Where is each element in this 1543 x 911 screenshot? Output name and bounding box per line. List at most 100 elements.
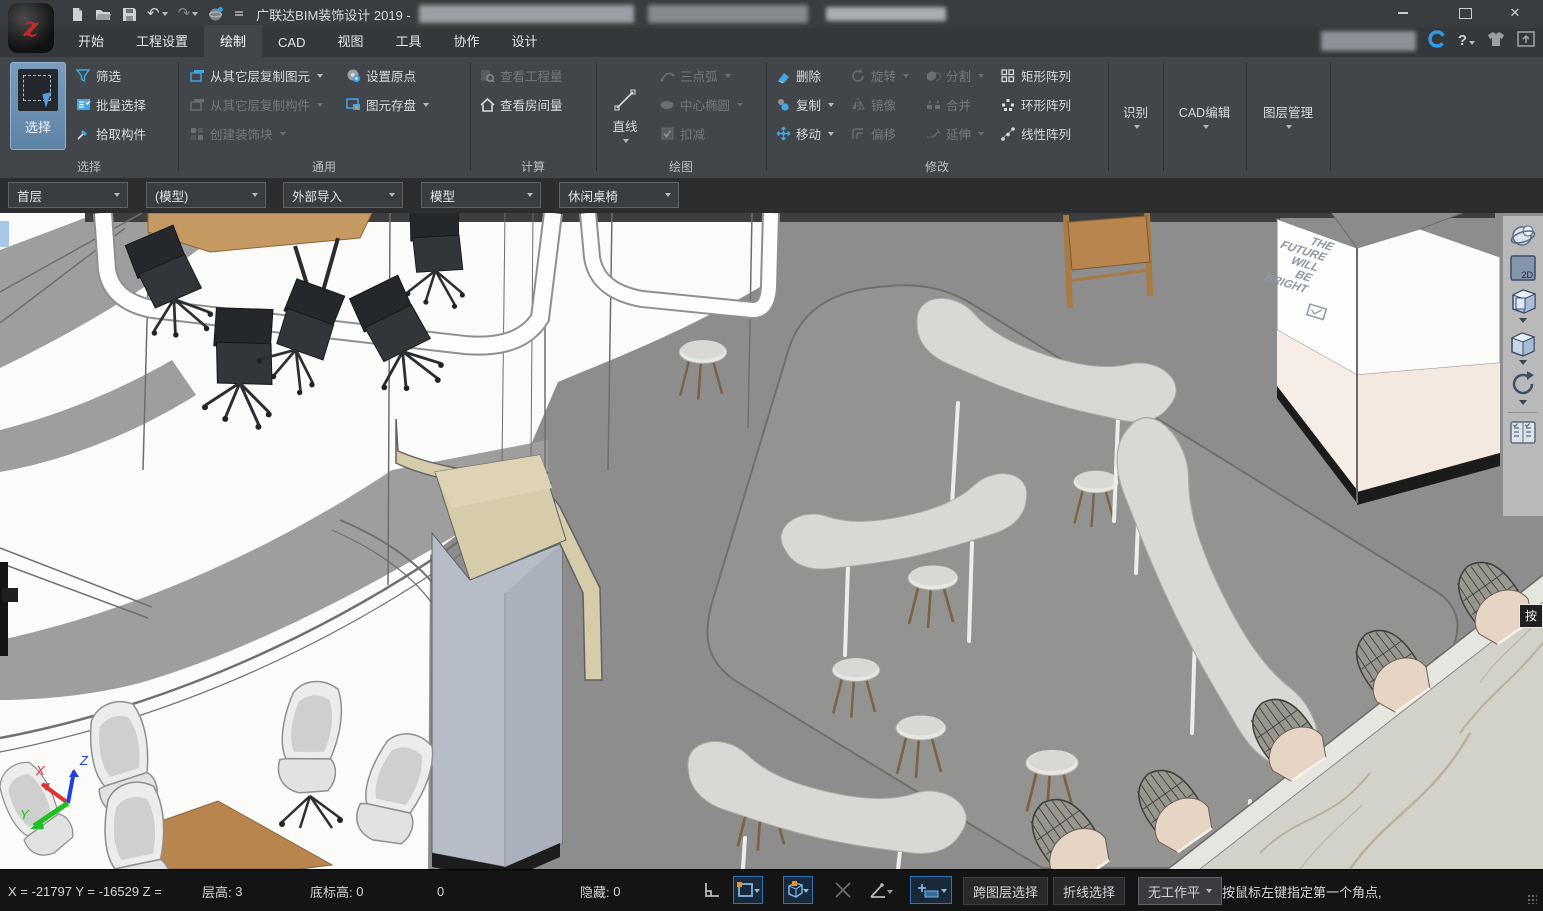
ribbon-group-calculate: 查看工程量 查看房间量 计算 <box>470 57 596 178</box>
linear-array-button[interactable]: 线性阵列 <box>993 119 1078 148</box>
mirror-button[interactable]: 镜像 <box>843 90 916 119</box>
ortho-toggle[interactable] <box>697 876 727 904</box>
tab-collaborate[interactable]: 协作 <box>438 25 496 57</box>
ribbon-group-modify: 删除 复制 移动 旋转 镜像 偏移 分割 合并 延伸 矩形阵列 环形阵列 <box>766 57 1108 178</box>
checkbox-icon <box>659 126 675 142</box>
rotate-view-tool[interactable] <box>1507 369 1539 407</box>
group-label-draw: 绘图 <box>596 158 766 175</box>
redacted-text <box>826 7 946 21</box>
extend-button[interactable]: 延伸 <box>918 119 991 148</box>
model-viewport[interactable]: THE FUTURE WILL BE BRIGHT <box>0 213 1543 869</box>
view-quantities-button[interactable]: 查看工程量 <box>472 61 570 90</box>
split-button[interactable]: 分割 <box>918 61 991 90</box>
assistant-icon <box>1428 30 1446 48</box>
titlebar-right-icons: ? <box>1321 30 1535 51</box>
rect-snap-toggle[interactable] <box>733 876 763 904</box>
merge-button[interactable]: 合并 <box>918 90 991 119</box>
display-settings-tool[interactable] <box>1507 418 1539 446</box>
move-button[interactable]: 移动 <box>768 119 841 148</box>
resize-grip[interactable] <box>1527 894 1537 904</box>
customize-icon <box>234 8 244 20</box>
tab-design[interactable]: 设计 <box>496 25 554 57</box>
copy-button[interactable]: 复制 <box>768 90 841 119</box>
close-icon: ✕ <box>1510 5 1521 21</box>
model-view-select[interactable]: (模型) <box>146 182 266 208</box>
recognize-button[interactable]: 识别 <box>1111 61 1160 169</box>
offset-button[interactable]: 偏移 <box>843 119 916 148</box>
tab-tools[interactable]: 工具 <box>380 25 438 57</box>
pick-component-button[interactable]: 拾取构件 <box>68 119 153 148</box>
new-file-icon <box>70 7 85 22</box>
view-2d-icon: 2D <box>1508 253 1538 283</box>
view-iso-tool[interactable] <box>1507 327 1539 367</box>
new-file-button[interactable] <box>68 5 87 24</box>
type-select[interactable]: 模型 <box>421 182 541 208</box>
angle-snap-toggle[interactable] <box>866 876 896 904</box>
minimize-button[interactable] <box>1383 0 1423 26</box>
cursor-tooltip: 按 <box>1519 604 1543 628</box>
layer-manage-button[interactable]: 图层管理 <box>1250 61 1326 169</box>
orbit-tool[interactable] <box>1507 221 1539 251</box>
snap-cross-toggle[interactable] <box>828 876 858 904</box>
context-selector-row: 首层 (模型) 外部导入 模型 休闲桌椅 <box>0 178 1543 213</box>
publish-button[interactable] <box>1517 31 1535 50</box>
line-button[interactable]: 直线 <box>602 61 648 169</box>
ring-array-button[interactable]: 环形阵列 <box>993 90 1078 119</box>
help-button[interactable]: ? <box>1458 32 1475 49</box>
select-button[interactable]: 选择 <box>10 62 66 150</box>
tab-cad[interactable]: CAD <box>262 29 321 57</box>
floor-select[interactable]: 首层 <box>8 182 128 208</box>
copy-elements-from-layer-button[interactable]: 从其它层复制图元 <box>182 61 330 90</box>
workplane-select[interactable]: 无工作平 <box>1138 877 1222 905</box>
set-origin-button[interactable]: 设置原点 <box>338 61 436 90</box>
cad-edit-button[interactable]: CAD编辑 <box>1167 61 1242 169</box>
three-point-arc-button[interactable]: 三点弧 <box>652 61 750 90</box>
sync-button[interactable] <box>206 4 226 24</box>
save-element-button[interactable]: 图元存盘 <box>338 90 436 119</box>
open-file-button[interactable] <box>93 5 114 24</box>
undo-button[interactable]: ↶ <box>145 5 170 23</box>
component-select[interactable]: 休闲桌椅 <box>559 182 679 208</box>
view-2d-tool[interactable]: 2D <box>1507 253 1539 283</box>
view-3d-tool[interactable] <box>1507 285 1539 325</box>
rect-array-button[interactable]: 矩形阵列 <box>993 61 1078 90</box>
select-icon <box>18 69 58 111</box>
category-select[interactable]: 外部导入 <box>283 182 403 208</box>
assistant-button[interactable] <box>1428 30 1446 51</box>
maximize-button[interactable] <box>1445 0 1485 26</box>
rotate-button[interactable]: 旋转 <box>843 61 916 90</box>
group-label-calculate: 计算 <box>470 158 596 175</box>
theme-button[interactable] <box>1487 31 1505 50</box>
tab-view[interactable]: 视图 <box>322 25 380 57</box>
copy-components-from-layer-button[interactable]: 从其它层复制构件 <box>182 90 330 119</box>
rotate-view-icon <box>1508 369 1538 399</box>
view-room-quantities-button[interactable]: 查看房间量 <box>472 90 570 119</box>
ribbon-group-recognize: 识别 <box>1108 57 1163 178</box>
aux-value: 0 <box>437 870 444 911</box>
app-logo[interactable]: z <box>8 3 54 53</box>
filter-button[interactable]: 筛选 <box>68 61 153 90</box>
tab-home[interactable]: 开始 <box>62 25 120 57</box>
subtract-toggle[interactable]: 扣减 <box>652 119 750 148</box>
batch-select-button[interactable]: 批量选择 <box>68 90 153 119</box>
eraser-icon <box>775 68 791 84</box>
create-deco-block-button[interactable]: 创建装饰块 <box>182 119 330 148</box>
save-button[interactable] <box>120 5 139 24</box>
quick-access-customize-button[interactable] <box>232 6 246 22</box>
polyline-select-button[interactable]: 折线选择 <box>1053 877 1125 905</box>
ribbon-tab-bar: 开始 工程设置 绘制 CAD 视图 工具 协作 设计 <box>0 28 1543 57</box>
close-button[interactable]: ✕ <box>1495 0 1535 26</box>
tab-draw[interactable]: 绘制 <box>204 25 262 57</box>
redo-button[interactable]: ↷ <box>176 5 201 23</box>
divider <box>1508 412 1538 413</box>
cube-iso-icon <box>1507 327 1539 359</box>
ribbon-group-layer-manage: 图层管理 <box>1246 57 1330 178</box>
center-ellipse-button[interactable]: 中心椭圆 <box>652 90 750 119</box>
tracking-toggle[interactable] <box>910 876 952 904</box>
delete-button[interactable]: 删除 <box>768 61 841 90</box>
cube-snap-toggle[interactable] <box>783 876 813 904</box>
redacted-username <box>1321 31 1416 51</box>
tab-project-settings[interactable]: 工程设置 <box>120 25 204 57</box>
rotate-icon <box>850 68 866 84</box>
cross-layer-select-button[interactable]: 跨图层选择 <box>963 877 1048 905</box>
